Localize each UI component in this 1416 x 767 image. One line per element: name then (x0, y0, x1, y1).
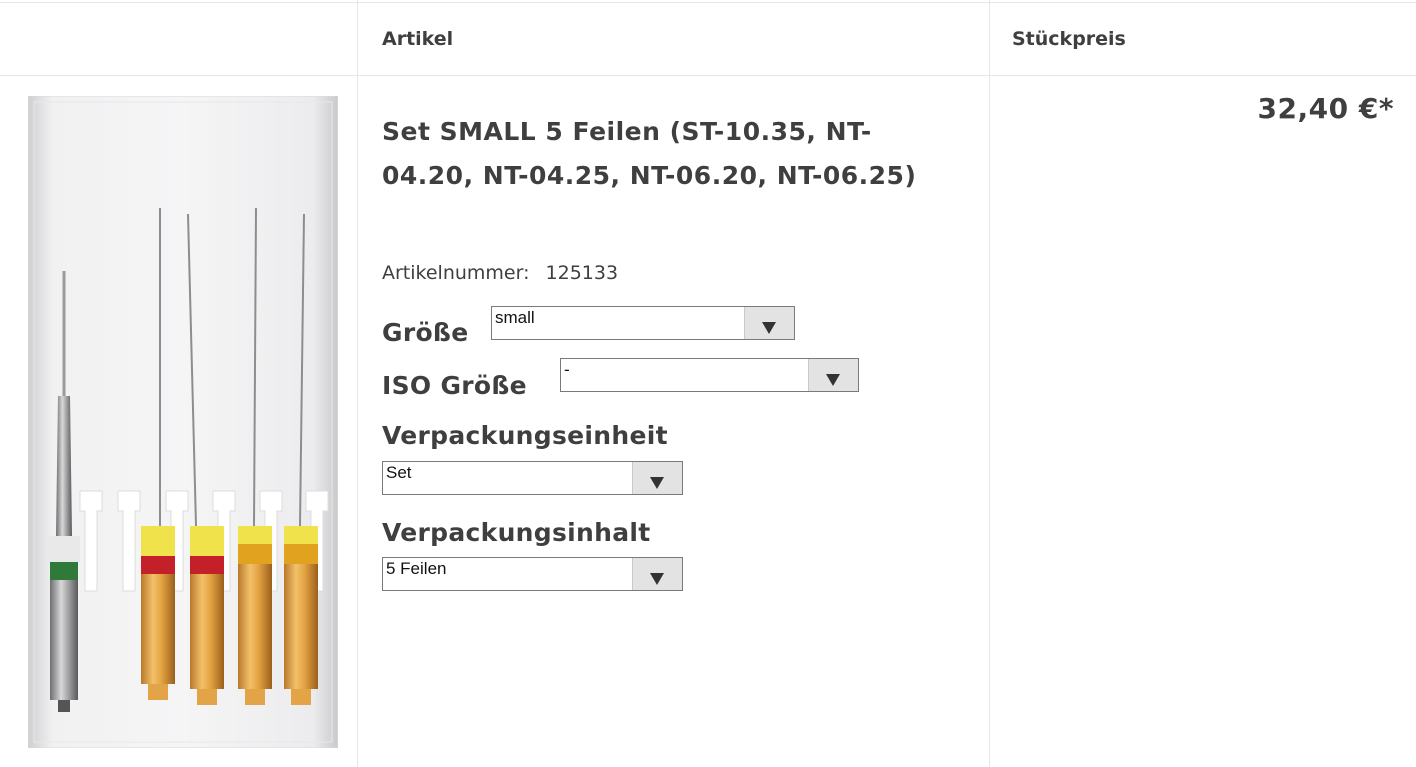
article-number: Artikelnummer: 125133 (382, 262, 618, 284)
column-divider-1 (357, 0, 358, 767)
option-label-iso-size: ISO Größe (382, 371, 527, 400)
iso-size-select-value: - (564, 360, 570, 379)
chevron-down-icon (632, 462, 682, 494)
iso-size-select[interactable]: - (560, 358, 859, 392)
chevron-down-icon (632, 558, 682, 590)
chevron-down-icon (808, 359, 858, 391)
table-top-border (0, 2, 1416, 3)
packaging-content-select-value: 5 Feilen (386, 559, 447, 578)
option-label-size: Größe (382, 318, 469, 347)
column-header-article: Artikel (382, 28, 454, 50)
cart-table: Artikel Stückpreis Set SMALL 5 Feilen (S… (0, 0, 1416, 767)
column-divider-2 (989, 0, 990, 767)
column-header-unit-price: Stückpreis (1012, 28, 1126, 50)
article-number-label: Artikelnummer: (382, 262, 530, 284)
packaging-unit-select[interactable]: Set (382, 461, 683, 495)
product-image[interactable] (28, 96, 338, 748)
packaging-content-select[interactable]: 5 Feilen (382, 557, 683, 591)
size-select-value: small (495, 308, 535, 327)
option-label-packaging-unit: Verpackungseinheit (382, 421, 668, 450)
table-header-divider (0, 75, 1416, 76)
packaging-unit-select-value: Set (386, 463, 412, 482)
unit-price: 32,40 €* (1257, 92, 1394, 125)
article-number-value: 125133 (545, 262, 619, 284)
size-select[interactable]: small (491, 306, 795, 340)
product-title[interactable]: Set SMALL 5 Feilen (ST-10.35, NT-04.20, … (382, 110, 942, 198)
chevron-down-icon (744, 307, 794, 339)
option-label-packaging-content: Verpackungsinhalt (382, 518, 651, 547)
